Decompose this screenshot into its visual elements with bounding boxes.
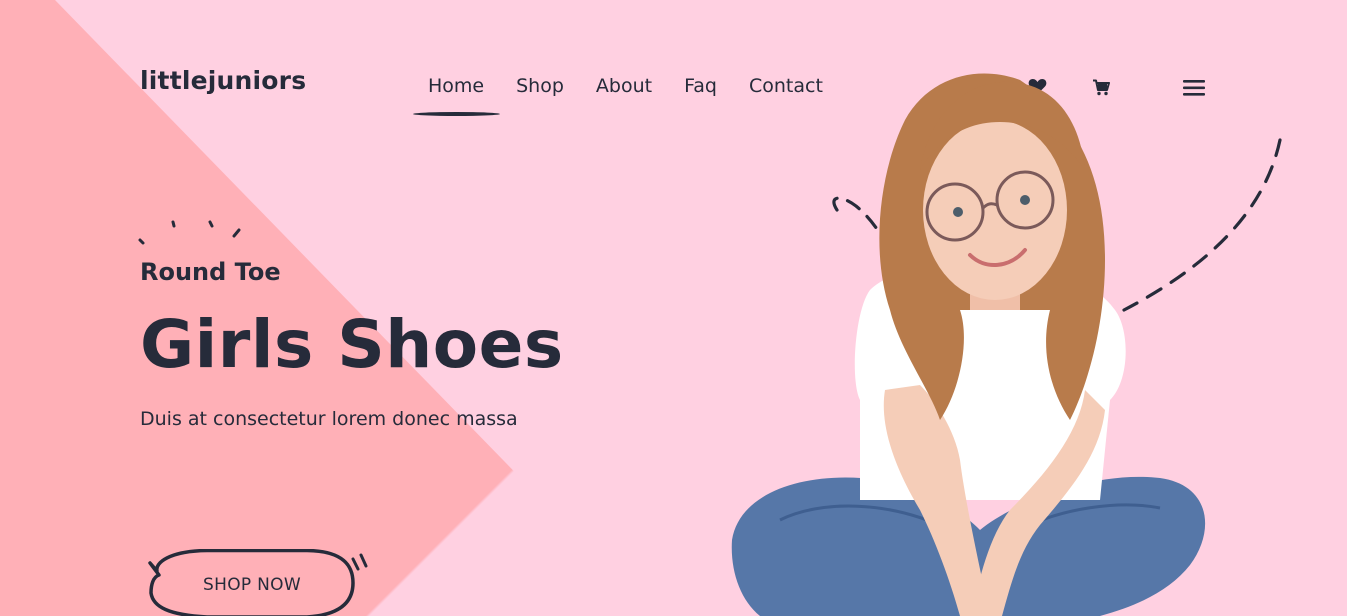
sparkle-decoration-icon bbox=[136, 216, 246, 252]
brand-logo[interactable]: littlejuniors bbox=[140, 66, 306, 95]
girl-sitting-photo bbox=[720, 60, 1220, 616]
hero-section: littlejuniors Home Shop About Faq Contac… bbox=[0, 0, 1347, 616]
hero-description: Duis at consectetur lorem donec massa bbox=[140, 408, 518, 430]
nav-item-faq[interactable]: Faq bbox=[684, 72, 717, 100]
shop-now-label: SHOP NOW bbox=[203, 575, 301, 595]
hero-subtitle: Round Toe bbox=[140, 258, 281, 286]
hero-title: Girls Shoes bbox=[140, 306, 564, 383]
nav-item-about[interactable]: About bbox=[596, 72, 652, 100]
nav-item-shop[interactable]: Shop bbox=[516, 72, 564, 100]
nav-item-home[interactable]: Home bbox=[412, 72, 501, 116]
shop-now-button[interactable]: SHOP NOW bbox=[147, 549, 368, 616]
